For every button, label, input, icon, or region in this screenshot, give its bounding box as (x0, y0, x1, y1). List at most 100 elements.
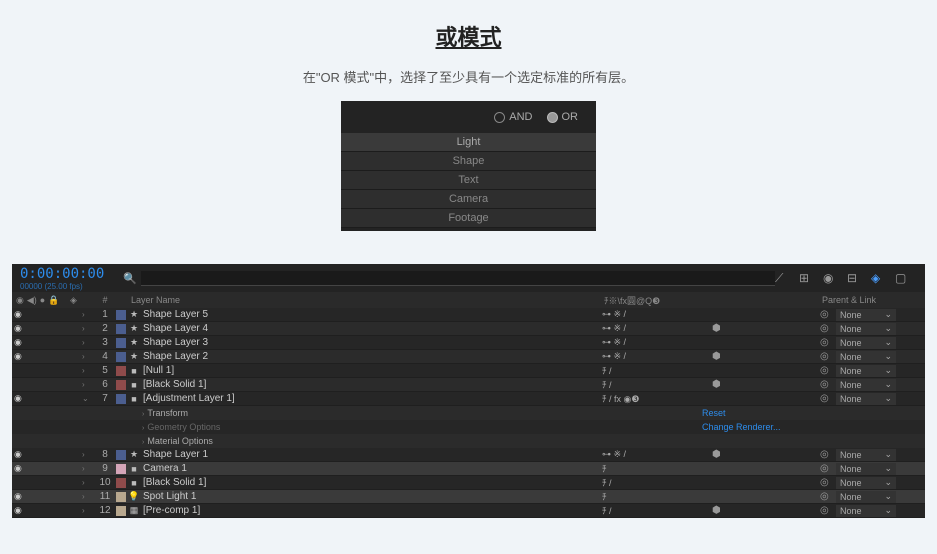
layer-row[interactable]: ◉ ⌄ 7 ■ [Adjustment Layer 1] ﾁ / fx ◉❸ ◎… (12, 392, 925, 406)
layer-row[interactable]: › 6 ■ [Black Solid 1] ﾁ / ⬢ ◎ None⌄ (12, 378, 925, 392)
layer-name[interactable]: [Null 1] (141, 365, 602, 376)
mode-item-shape[interactable]: Shape (341, 152, 596, 171)
pickwhip-icon[interactable]: ◎ (820, 365, 832, 376)
parent-dropdown[interactable]: None⌄ (836, 337, 896, 349)
layer-switches[interactable]: ⊶ ※ / (602, 337, 712, 348)
layer-switches[interactable]: ⊶ ※ / (602, 351, 712, 362)
pickwhip-icon[interactable]: ◎ (820, 505, 832, 516)
parent-dropdown[interactable]: None⌄ (836, 449, 896, 461)
layer-name[interactable]: Spot Light 1 (141, 491, 602, 502)
layer-switches[interactable]: ⊶ ※ / (602, 323, 712, 334)
layer-switches[interactable]: ﾁ (602, 462, 712, 475)
pickwhip-icon[interactable]: ◎ (820, 463, 832, 474)
layer-row[interactable]: › 10 ■ [Black Solid 1] ﾁ / ◎ None⌄ (12, 476, 925, 490)
3d-icon[interactable]: ⬢ (712, 351, 721, 362)
layer-row[interactable]: ◉ › 3 ★ Shape Layer 3 ⊶ ※ / ◎ None⌄ (12, 336, 925, 350)
layer-name[interactable]: Shape Layer 5 (141, 309, 602, 320)
pickwhip-icon[interactable]: ◎ (820, 337, 832, 348)
parent-dropdown[interactable]: None⌄ (836, 365, 896, 377)
pickwhip-icon[interactable]: ◎ (820, 449, 832, 460)
layer-row[interactable]: ◉ › 4 ★ Shape Layer 2 ⊶ ※ / ⬢ ◎ None⌄ (12, 350, 925, 364)
visibility-icon[interactable]: ◉ (14, 449, 26, 460)
property-name[interactable]: ›Transform (12, 408, 702, 418)
motion-blur-icon[interactable]: ◉ (823, 271, 837, 285)
layer-switches[interactable]: ﾁ / (602, 364, 712, 377)
property-name[interactable]: ›Geometry Options (12, 422, 702, 432)
color-label[interactable] (116, 338, 126, 348)
color-label[interactable] (116, 506, 126, 516)
pickwhip-icon[interactable]: ◎ (820, 379, 832, 390)
layer-name[interactable]: Shape Layer 4 (141, 323, 602, 334)
3d-icon[interactable]: ⬢ (712, 505, 721, 516)
property-name[interactable]: ›Material Options (12, 436, 702, 446)
parent-dropdown[interactable]: None⌄ (836, 351, 896, 363)
visibility-icon[interactable]: ◉ (14, 463, 26, 474)
timecode[interactable]: 0:00:00:00 (20, 266, 115, 282)
twirl-icon[interactable]: › (82, 492, 92, 501)
color-label[interactable] (116, 450, 126, 460)
mode-item-footage[interactable]: Footage (341, 209, 596, 228)
visibility-icon[interactable]: ◉ (14, 323, 26, 334)
color-label[interactable] (116, 492, 126, 502)
twirl-icon[interactable]: › (82, 478, 92, 487)
color-label[interactable] (116, 324, 126, 334)
twirl-icon[interactable]: › (82, 324, 92, 333)
twirl-icon[interactable]: › (82, 338, 92, 347)
layer-switches[interactable]: ﾁ / fx ◉❸ (602, 392, 712, 405)
visibility-icon[interactable]: ◉ (14, 505, 26, 516)
render-icon[interactable]: ▢ (895, 271, 909, 285)
color-label[interactable] (116, 464, 126, 474)
graph-icon[interactable]: ⊟ (847, 271, 861, 285)
layer-row[interactable]: › 5 ■ [Null 1] ﾁ / ◎ None⌄ (12, 364, 925, 378)
twirl-icon[interactable]: › (82, 464, 92, 473)
parent-dropdown[interactable]: None⌄ (836, 505, 896, 517)
layer-switches[interactable]: ⊶ ※ / (602, 309, 712, 320)
layer-row[interactable]: ◉ › 1 ★ Shape Layer 5 ⊶ ※ / ◎ None⌄ (12, 308, 925, 322)
mode-item-light[interactable]: Light (341, 133, 596, 152)
twirl-icon[interactable]: › (82, 380, 92, 389)
parent-dropdown[interactable]: None⌄ (836, 463, 896, 475)
parent-dropdown[interactable]: None⌄ (836, 309, 896, 321)
twirl-icon[interactable]: › (82, 450, 92, 459)
mode-item-text[interactable]: Text (341, 171, 596, 190)
twirl-icon[interactable]: ⌄ (82, 394, 92, 403)
3d-icon[interactable]: ⬢ (712, 379, 721, 390)
layer-row[interactable]: ◉ › 2 ★ Shape Layer 4 ⊶ ※ / ⬢ ◎ None⌄ (12, 322, 925, 336)
radio-and[interactable]: AND (494, 111, 532, 123)
visibility-icon[interactable]: ◉ (14, 393, 26, 404)
parent-dropdown[interactable]: None⌄ (836, 323, 896, 335)
property-value[interactable]: Change Renderer... (702, 422, 925, 432)
pickwhip-icon[interactable]: ◎ (820, 309, 832, 320)
property-value[interactable]: Reset (702, 408, 925, 418)
parent-dropdown[interactable]: None⌄ (836, 379, 896, 391)
color-label[interactable] (116, 366, 126, 376)
twirl-icon[interactable]: › (82, 352, 92, 361)
color-label[interactable] (116, 394, 126, 404)
color-label[interactable] (116, 352, 126, 362)
layer-name[interactable]: [Black Solid 1] (141, 379, 602, 390)
layer-switches[interactable]: ﾁ (602, 490, 712, 503)
parent-dropdown[interactable]: None⌄ (836, 393, 896, 405)
layer-name[interactable]: [Adjustment Layer 1] (141, 393, 602, 404)
parent-dropdown[interactable]: None⌄ (836, 491, 896, 503)
layer-row[interactable]: ◉ › 12 ▦ [Pre-comp 1] ﾁ / ⬢ ◎ None⌄ (12, 504, 925, 518)
layer-name[interactable]: Shape Layer 2 (141, 351, 602, 362)
layer-switches[interactable]: ﾁ / (602, 504, 712, 517)
layer-switches[interactable]: ﾁ / (602, 476, 712, 489)
visibility-icon[interactable]: ◉ (14, 491, 26, 502)
twirl-icon[interactable]: › (82, 506, 92, 515)
twirl-icon[interactable]: › (82, 366, 92, 375)
color-label[interactable] (116, 380, 126, 390)
visibility-icon[interactable]: ◉ (14, 309, 26, 320)
layer-name[interactable]: Shape Layer 3 (141, 337, 602, 348)
visibility-icon[interactable]: ◉ (14, 351, 26, 362)
clip-icon[interactable]: ◈ (871, 271, 885, 285)
layer-name[interactable]: Shape Layer 1 (141, 449, 602, 460)
radio-or[interactable]: OR (547, 111, 579, 123)
layer-name[interactable]: [Pre-comp 1] (141, 505, 602, 516)
layer-name[interactable]: [Black Solid 1] (141, 477, 602, 488)
pickwhip-icon[interactable]: ◎ (820, 393, 832, 404)
3d-icon[interactable]: ⬢ (712, 323, 721, 334)
color-label[interactable] (116, 310, 126, 320)
search-input[interactable] (141, 271, 775, 286)
